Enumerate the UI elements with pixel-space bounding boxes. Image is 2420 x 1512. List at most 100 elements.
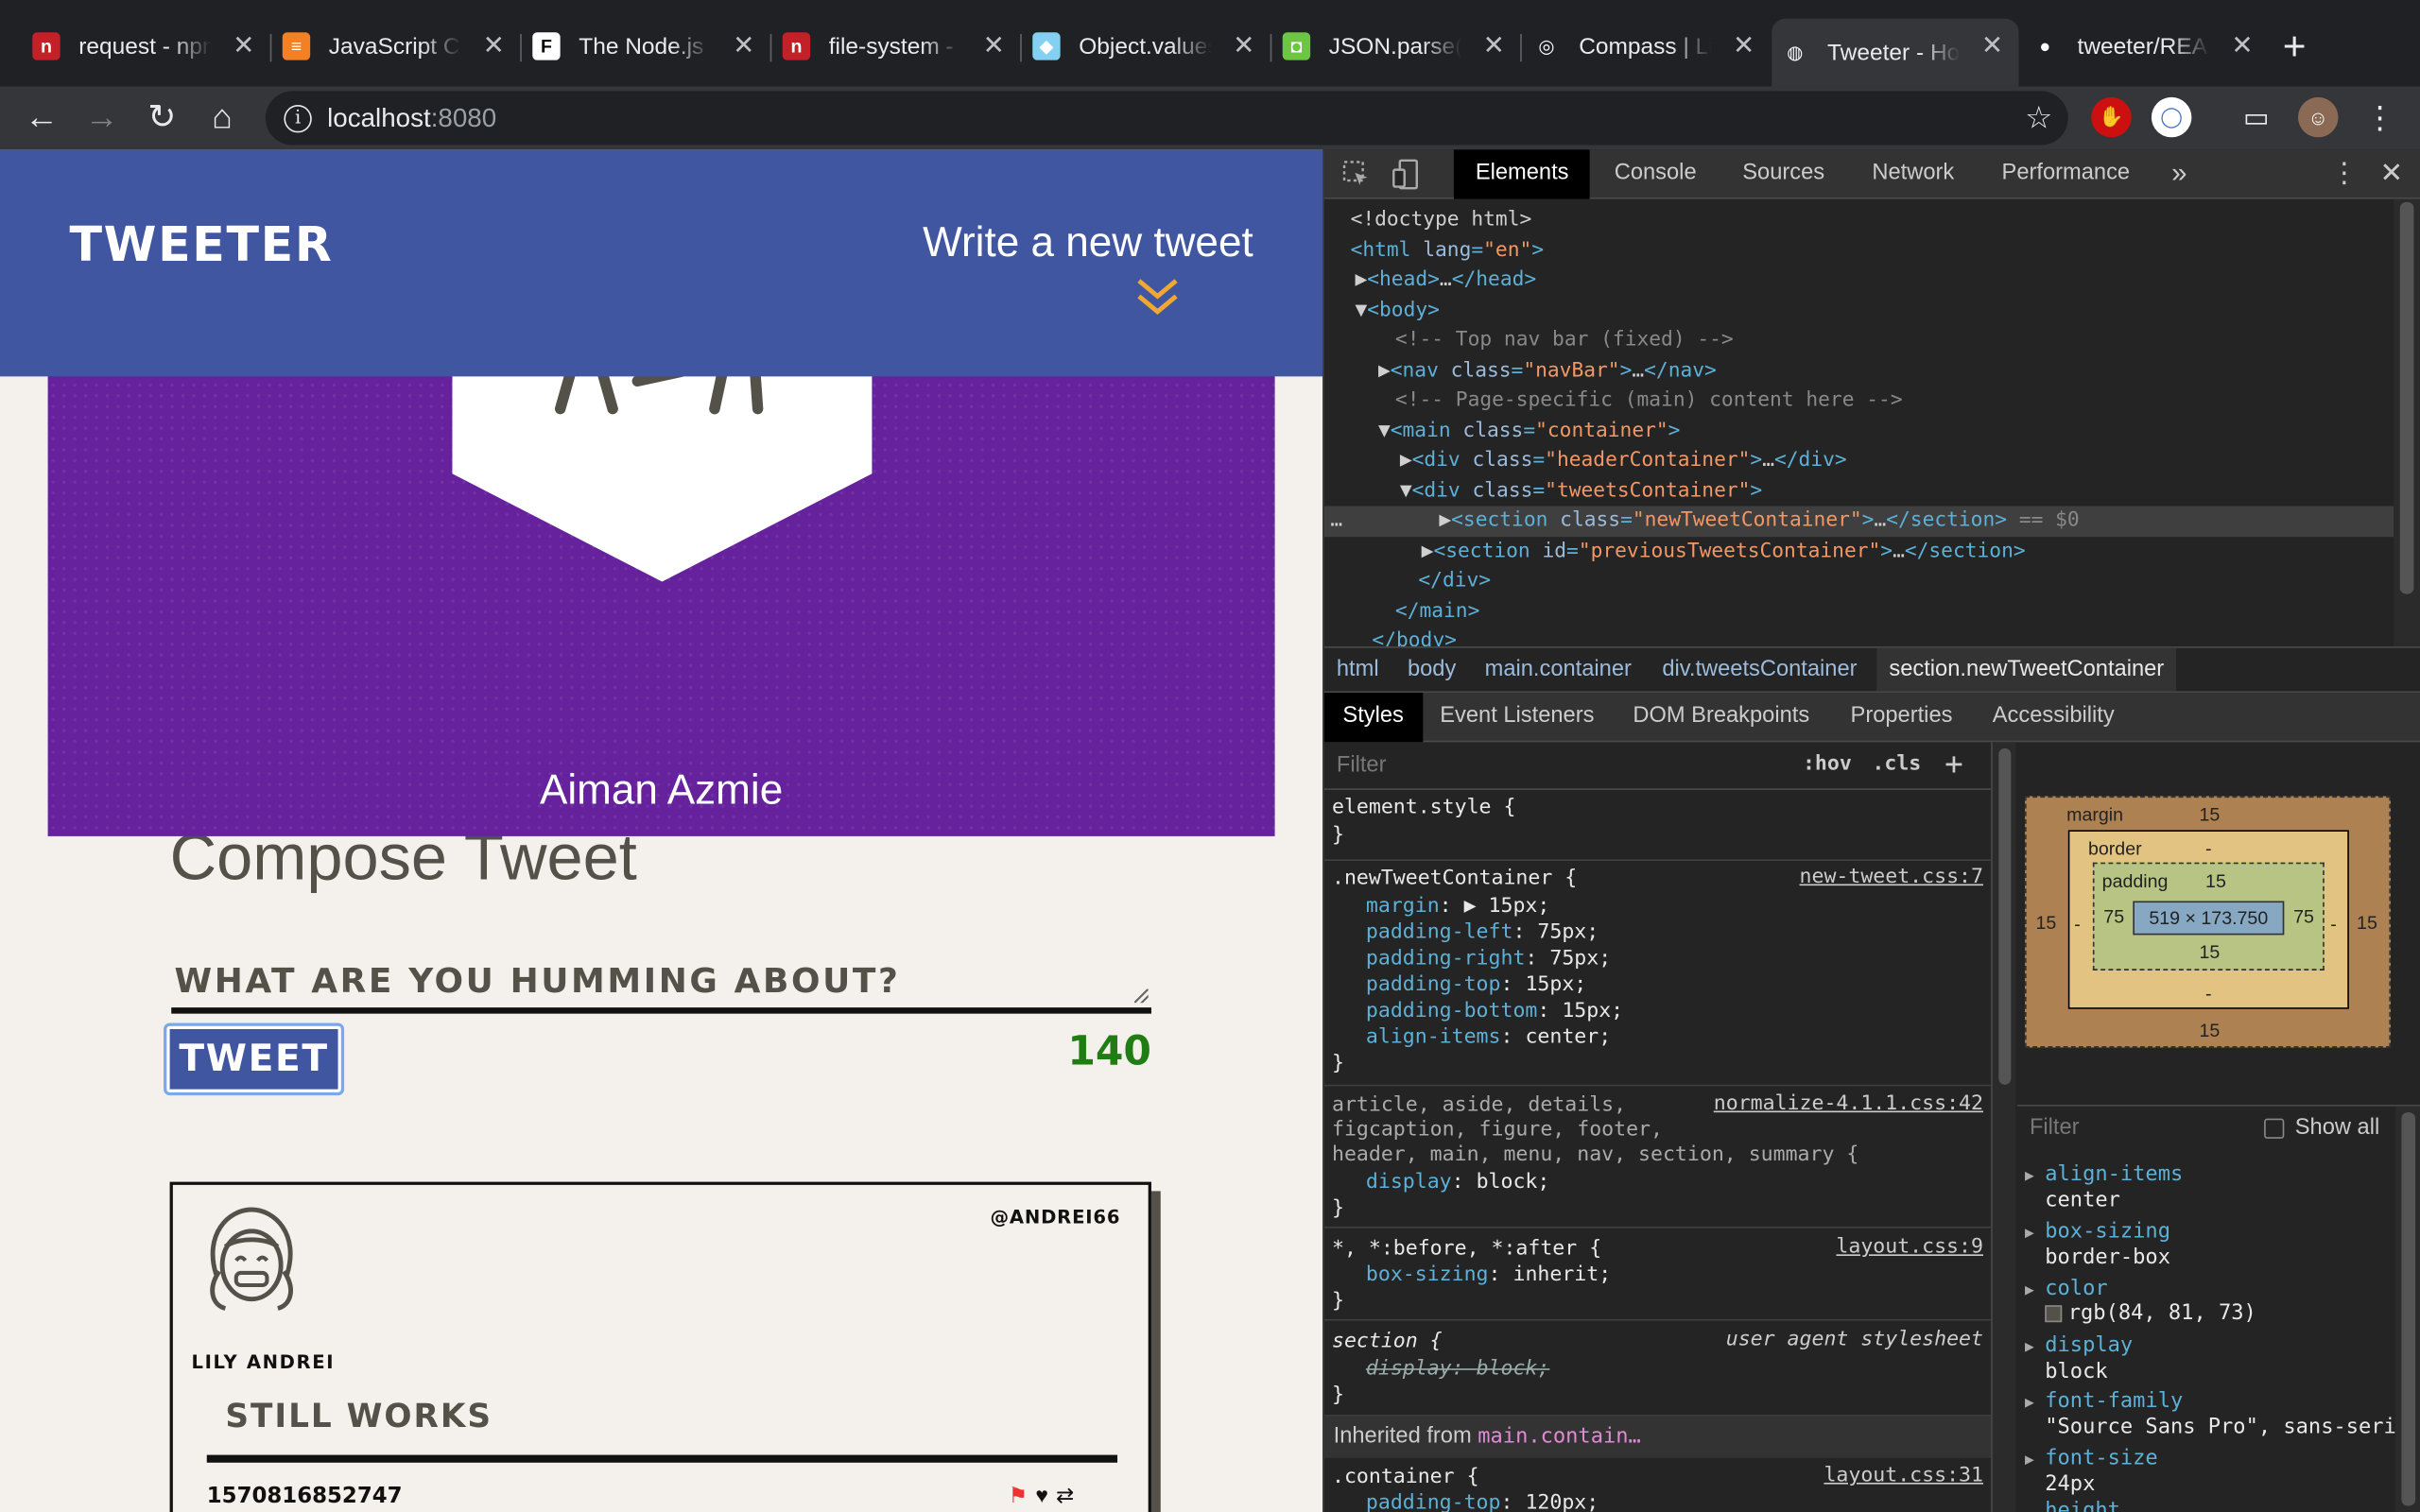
site-info-icon[interactable]: i [284, 104, 312, 132]
rule-source-link[interactable]: layout.css:31 [1824, 1464, 1983, 1486]
tab-close-icon[interactable]: ✕ [1733, 31, 1754, 62]
rule-source-link[interactable]: layout.css:9 [1836, 1236, 1983, 1259]
breadcrumb-section[interactable]: section.newTweetContainer [1876, 647, 2177, 692]
devtools-tab-elements[interactable]: Elements [1453, 149, 1591, 199]
extension-icon[interactable]: ◯ [2151, 96, 2192, 138]
breadcrumb-html[interactable]: html [1337, 648, 1379, 692]
computed-prop-name[interactable]: display [2045, 1333, 2133, 1358]
subtab-properties[interactable]: Properties [1851, 693, 1953, 742]
dom-comment-main[interactable]: <!-- Page-specific (main) content here -… [1324, 386, 2394, 417]
subtab-styles[interactable]: Styles [1323, 693, 1423, 743]
dom-scrollbar[interactable] [2394, 198, 2420, 647]
devtools-close-icon[interactable]: ✕ [2380, 149, 2404, 198]
devtools-tab-performance[interactable]: Performance [2002, 149, 2131, 198]
subtab-event-listeners[interactable]: Event Listeners [1440, 693, 1594, 742]
box-model-border[interactable]: border - - - - padding 15 15 75 75 519 ×… [2067, 830, 2349, 1009]
breadcrumb-body[interactable]: body [1408, 648, 1456, 692]
tab-close-icon[interactable]: ✕ [1233, 31, 1254, 62]
style-prop-align-items[interactable]: align-items: center; [1366, 1024, 1611, 1051]
breadcrumb-main[interactable]: main.container [1485, 648, 1632, 692]
forward-icon[interactable]: → [78, 94, 125, 141]
styles-filter-input[interactable]: Filter [1337, 753, 1387, 778]
browser-tab[interactable]: F The Node.js Way ✕ [523, 19, 772, 75]
breadcrumb-div[interactable]: div.tweetsContainer [1662, 648, 1857, 692]
devtools-menu-icon[interactable]: ⋮ [2330, 149, 2358, 198]
tab-close-icon[interactable]: ✕ [733, 31, 754, 62]
dom-node-nav[interactable]: ▶<nav class="navBar">…</nav> [1324, 356, 2394, 387]
new-tab-button[interactable]: + [2283, 25, 2307, 68]
computed-prop-name[interactable]: font-family [2045, 1388, 2183, 1413]
dom-node-header-container[interactable]: ▶<div class="headerContainer">…</div> [1324, 446, 2394, 477]
write-new-tweet-link[interactable]: Write a new tweet [923, 219, 1253, 267]
style-prop-padding-top[interactable]: padding-top: 15px; [1366, 972, 1586, 999]
brand-logo[interactable]: TWEETER [69, 217, 333, 273]
tab-close-icon[interactable]: ✕ [1981, 31, 2003, 62]
inspect-element-icon[interactable] [1342, 161, 1370, 188]
computed-prop-name[interactable]: height [2045, 1498, 2120, 1512]
dom-node-body-close[interactable]: </body> [1324, 627, 2394, 646]
dom-node-previous-tweets-section[interactable]: ▶<section id="previousTweetsContainer">…… [1324, 537, 2394, 568]
computed-prop-name[interactable]: font-size [2045, 1446, 2157, 1470]
inherited-from-link[interactable]: main.contain… [1478, 1424, 1641, 1449]
tab-close-icon[interactable]: ✕ [233, 31, 254, 62]
dom-tree[interactable]: <!doctype html> <html lang="en"> ▶<head>… [1323, 199, 2394, 646]
rule-source-link[interactable]: normalize-4.1.1.css:42 [1714, 1092, 1983, 1115]
rule-source-link[interactable]: new-tweet.css:7 [1800, 866, 1983, 888]
reload-icon[interactable]: ↻ [139, 94, 185, 141]
home-icon[interactable]: ⌂ [199, 94, 246, 141]
computed-prop-name[interactable]: align-items [2045, 1161, 2183, 1186]
bookmark-star-icon[interactable]: ☆ [2025, 98, 2052, 137]
box-model-margin[interactable]: margin 15 15 15 15 border - - - - paddin… [2025, 796, 2391, 1048]
browser-tab[interactable]: ◎ Compass | Lighthouse ✕ [1523, 19, 1770, 75]
browser-tab[interactable]: ◆ Object.values() ✕ [1023, 19, 1272, 75]
computed-prop-name[interactable]: box-sizing [2045, 1219, 2170, 1244]
devtools-tab-console[interactable]: Console [1615, 149, 1697, 198]
browser-tab[interactable]: n request - npm ✕ [23, 19, 272, 75]
color-swatch[interactable] [2045, 1305, 2063, 1323]
flag-icon[interactable]: ⚑ [1009, 1483, 1028, 1509]
adblock-extension-icon[interactable]: ✋ [2091, 96, 2132, 138]
tweet-textarea[interactable]: WHAT ARE YOU HUMMING ABOUT? [171, 955, 1151, 1014]
subtab-accessibility[interactable]: Accessibility [1993, 693, 2115, 742]
style-prop-display-overridden[interactable]: display: block; [1366, 1356, 1549, 1383]
computed-filter-input[interactable]: Filter [2030, 1115, 2080, 1140]
browser-tab[interactable]: ◘ JSON.parse() ✕ [1273, 19, 1522, 75]
address-url[interactable]: localhost:8080 [327, 103, 496, 134]
box-model-content[interactable]: 519 × 173.750 [2133, 901, 2285, 936]
retweet-icon[interactable]: ⇄ [1056, 1483, 1074, 1509]
dom-node-doctype[interactable]: <!doctype html> [1324, 205, 2394, 236]
browser-tab[interactable]: ≡ JavaScript Chaining ✕ [273, 19, 522, 75]
cast-icon[interactable]: ▭ [2237, 97, 2276, 137]
device-toolbar-icon[interactable] [1392, 159, 1420, 190]
box-model-padding[interactable]: padding 15 15 75 75 519 × 173.750 [2092, 862, 2325, 971]
heart-icon[interactable]: ♥ [1035, 1483, 1048, 1509]
devtools-tab-sources[interactable]: Sources [1742, 149, 1824, 198]
back-icon[interactable]: ← [19, 94, 65, 141]
profile-avatar[interactable]: ☺ [2298, 96, 2339, 138]
devtools-tab-network[interactable]: Network [1872, 149, 1954, 198]
dom-node-html[interactable]: <html lang="en"> [1324, 236, 2394, 267]
tab-close-icon[interactable]: ✕ [2231, 31, 2253, 62]
styles-scrollbar[interactable] [1991, 742, 2016, 1512]
dom-node-new-tweet-section[interactable]: … ▶<section class="newTweetContainer">…<… [1323, 506, 2394, 538]
double-chevron-down-icon[interactable] [1134, 276, 1181, 319]
dom-node-body[interactable]: ▼<body> [1324, 296, 2394, 327]
tweet-button[interactable]: TWEET [164, 1022, 345, 1096]
browser-tab[interactable]: ◍ Tweeter - Home Page ✕ [1772, 18, 2019, 87]
new-rule-icon[interactable]: + [1945, 746, 1963, 782]
style-prop-padding-bottom[interactable]: padding-bottom: 15px; [1366, 998, 1623, 1024]
tab-close-icon[interactable]: ✕ [1483, 31, 1505, 62]
tab-close-icon[interactable]: ✕ [483, 31, 505, 62]
dom-node-main-close[interactable]: </main> [1324, 597, 2394, 628]
hov-toggle[interactable]: :hov [1803, 753, 1852, 776]
resize-handle[interactable] [1134, 988, 1149, 1004]
browser-tab[interactable]: ● tweeter/README.md ✕ [2022, 19, 2269, 75]
dom-node-tweets-container[interactable]: ▼<div class="tweetsContainer"> [1324, 476, 2394, 507]
show-all-checkbox[interactable] [2264, 1118, 2285, 1139]
computed-scrollbar[interactable] [2394, 1106, 2420, 1512]
subtab-dom-breakpoints[interactable]: DOM Breakpoints [1633, 693, 1809, 742]
menu-kebab-icon[interactable]: ⋮ [2360, 97, 2399, 137]
style-prop-padding-right[interactable]: padding-right: 75px; [1366, 946, 1611, 972]
cls-toggle[interactable]: .cls [1872, 753, 1921, 776]
style-prop-margin[interactable]: margin: ▶ 15px; [1366, 893, 1549, 919]
